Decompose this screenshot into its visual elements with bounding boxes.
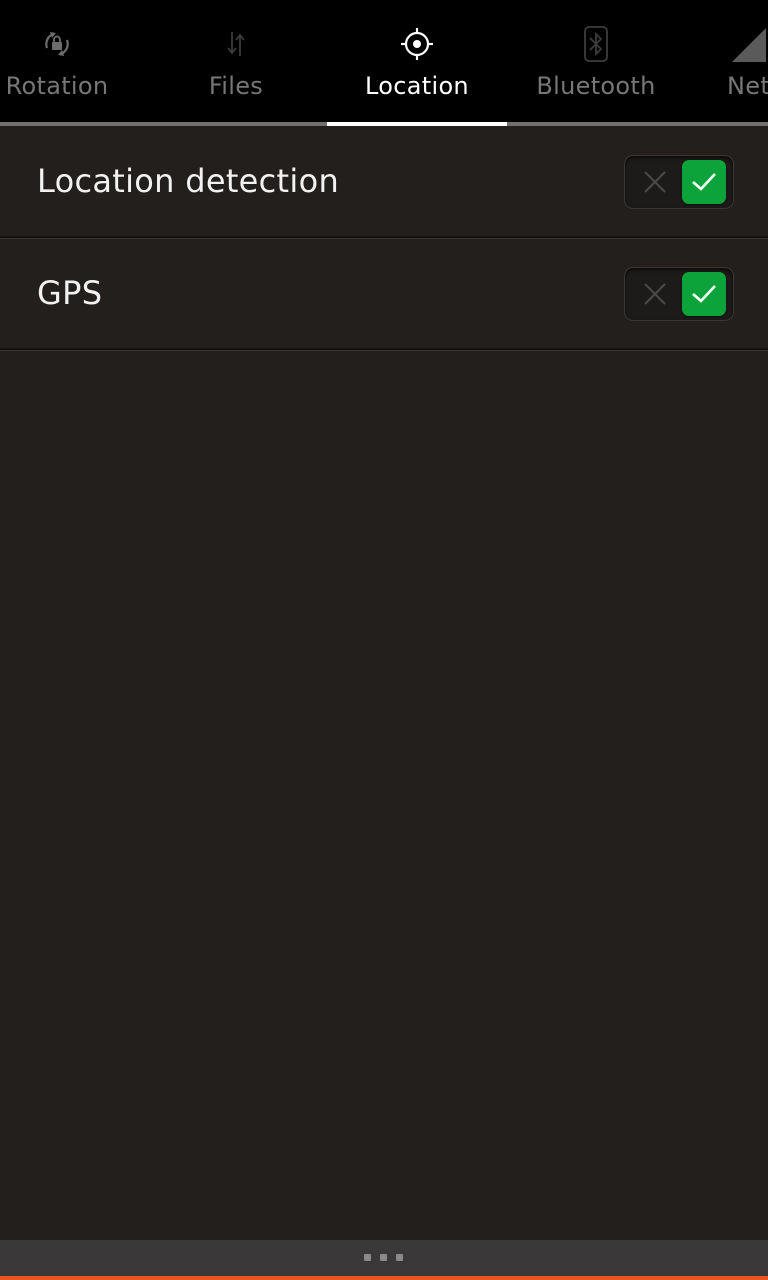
location-detection-switch[interactable] <box>624 155 734 209</box>
transfer-icon <box>218 26 254 62</box>
network-signal-icon <box>726 26 766 62</box>
list-item-location-detection: Location detection <box>0 126 768 238</box>
gps-label: GPS <box>37 274 103 312</box>
close-icon <box>639 278 671 310</box>
tab-rotation[interactable]: Rotation <box>0 0 147 122</box>
tab-location[interactable]: Location <box>327 0 507 122</box>
tab-label: Location <box>365 72 469 100</box>
tab-network[interactable]: Network <box>686 0 768 122</box>
tab-label: Bluetooth <box>536 72 656 100</box>
location-icon <box>399 26 435 62</box>
tab-label: Files <box>208 72 264 100</box>
location-settings-list: Location detection GPS <box>0 126 768 350</box>
bluetooth-icon <box>578 26 614 62</box>
indicator-tab-bar: Rotation Files Location Bluetooth Net <box>0 0 768 122</box>
bottom-handle-bar[interactable] <box>0 1240 768 1276</box>
list-item-gps: GPS <box>0 238 768 350</box>
rotation-lock-icon <box>39 26 75 62</box>
gps-switch[interactable] <box>624 267 734 321</box>
checkmark-icon <box>692 173 716 191</box>
location-indicator-page: Rotation Files Location Bluetooth Net Lo… <box>0 0 768 1280</box>
tab-files[interactable]: Files <box>146 0 326 122</box>
tab-label: Rotation <box>5 72 109 100</box>
tab-label: Network <box>727 72 768 100</box>
close-icon <box>639 166 671 198</box>
switch-thumb <box>682 160 726 204</box>
accent-line <box>0 1276 768 1280</box>
switch-thumb <box>682 272 726 316</box>
more-dots-icon <box>364 1254 404 1262</box>
checkmark-icon <box>692 285 716 303</box>
tab-bluetooth[interactable]: Bluetooth <box>506 0 686 122</box>
location-detection-label: Location detection <box>37 162 340 200</box>
